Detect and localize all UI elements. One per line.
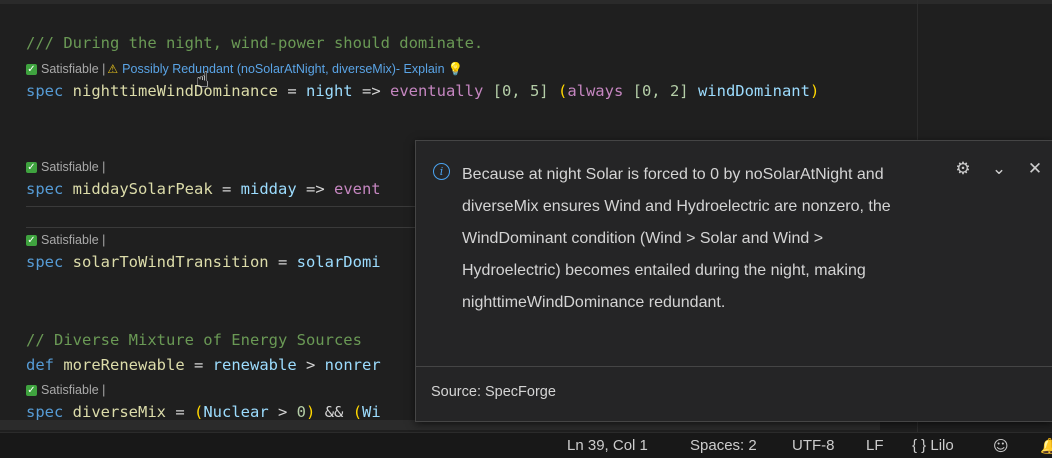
temporal-operator: event <box>333 180 381 198</box>
satisfiable-label: Satisfiable | <box>41 160 106 174</box>
operator: = <box>212 180 241 198</box>
operator: => <box>296 180 334 198</box>
lightbulb-icon[interactable]: 💡 <box>448 61 464 77</box>
identifier: solarDomi <box>296 253 381 271</box>
status-indentation[interactable]: Spaces: 2 <box>690 437 757 454</box>
warning-icon: ⚠ <box>107 62 119 76</box>
codelens-diversemix: ✓ Satisfiable | <box>26 383 105 397</box>
chevron-down-icon[interactable]: ⌄ <box>989 159 1009 179</box>
info-icon: i <box>433 163 450 180</box>
status-language[interactable]: { } Lilo <box>912 437 954 454</box>
range: [0, 5] <box>483 82 558 100</box>
hover-source: Source: SpecForge <box>431 384 556 400</box>
code-line-transition[interactable]: spec solarToWindTransition = solarDomi <box>26 253 381 271</box>
paren: ( <box>557 82 568 100</box>
operator: = <box>268 253 297 271</box>
checkmark-icon: ✓ <box>26 63 37 75</box>
copilot-icon[interactable]: ☺ <box>993 437 1009 455</box>
paren: ) <box>809 82 820 100</box>
hover-message: Because at night Solar is forced to 0 by… <box>462 166 891 311</box>
operator: > <box>296 356 325 374</box>
operator: => <box>352 82 390 100</box>
current-line-highlight <box>26 206 416 228</box>
operator: > <box>268 403 297 421</box>
paren: ) <box>306 403 316 421</box>
status-eol[interactable]: LF <box>866 437 884 454</box>
operator: = <box>277 82 306 100</box>
codelens-midday: ✓ Satisfiable | <box>26 160 105 174</box>
notifications-icon[interactable]: 🔔 <box>1040 437 1052 455</box>
hover-popup: i Because at night Solar is forced to 0 … <box>415 140 1052 422</box>
identifier: renewable <box>212 356 297 374</box>
keyword: spec <box>26 180 64 198</box>
identifier: windDominant <box>697 82 810 100</box>
operator: = <box>166 403 194 421</box>
satisfiable-label: Satisfiable | <box>41 383 106 397</box>
mouse-pointer-icon: ☝ <box>196 68 210 93</box>
code-line-nighttime[interactable]: spec nighttimeWindDominance = night => e… <box>26 82 819 100</box>
redundant-explain-link[interactable]: Possibly Redundant (noSolarAtNight, dive… <box>122 62 444 76</box>
spec-name: solarToWindTransition <box>72 253 269 271</box>
number: 0 <box>296 403 307 421</box>
codelens-nighttime: ✓ Satisfiable | ⚠ Possibly Redundant (no… <box>26 61 463 77</box>
checkmark-icon: ✓ <box>26 234 37 246</box>
identifier: nonrer <box>324 356 381 374</box>
spec-name: nighttimeWindDominance <box>72 82 278 100</box>
code-comment-diverse: // Diverse Mixture of Energy Sources <box>26 331 362 349</box>
keyword: spec <box>26 82 64 100</box>
identifier: Wi <box>362 403 381 421</box>
braces-icon: { } <box>912 437 927 454</box>
hover-actions: ⚙ ⌄ ✕ <box>953 159 1045 179</box>
operator: = <box>184 356 213 374</box>
keyword: spec <box>26 403 64 421</box>
paren: ( <box>352 403 363 421</box>
identifier: Nuclear <box>203 403 269 421</box>
language-label: Lilo <box>930 437 954 454</box>
spec-name: diverseMix <box>72 403 166 421</box>
status-bar: Ln 39, Col 1 Spaces: 2 UTF-8 LF { } Lilo… <box>0 432 1052 458</box>
temporal-operator: always <box>567 82 624 100</box>
code-line-morerenewable[interactable]: def moreRenewable = renewable > nonrer <box>26 356 381 374</box>
range: [0, 2] <box>623 82 698 100</box>
editor-top-border <box>0 0 1052 4</box>
close-icon[interactable]: ✕ <box>1025 159 1045 179</box>
codelens-transition: ✓ Satisfiable | <box>26 233 105 247</box>
identifier: midday <box>240 180 297 198</box>
spec-name: middaySolarPeak <box>72 180 213 198</box>
keyword: spec <box>26 253 64 271</box>
code-line-midday[interactable]: spec middaySolarPeak = midday => event <box>26 180 381 198</box>
status-encoding[interactable]: UTF-8 <box>792 437 835 454</box>
def-name: moreRenewable <box>63 356 185 374</box>
status-cursor-position[interactable]: Ln 39, Col 1 <box>567 437 648 454</box>
settings-icon[interactable]: ⚙ <box>953 159 973 179</box>
code-comment-night: /// During the night, wind-power should … <box>26 34 484 52</box>
keyword: def <box>26 356 54 374</box>
temporal-operator: eventually <box>389 82 484 100</box>
identifier: night <box>305 82 353 100</box>
code-line-diversemix[interactable]: spec diverseMix = (Nuclear > 0) && (Wi <box>26 403 381 421</box>
satisfiable-label: Satisfiable | <box>41 233 106 247</box>
operator: && <box>315 403 353 421</box>
paren: ( <box>194 403 204 421</box>
checkmark-icon: ✓ <box>26 161 37 173</box>
satisfiable-label: Satisfiable | <box>41 62 106 76</box>
checkmark-icon: ✓ <box>26 384 37 396</box>
hover-divider <box>416 366 1052 367</box>
